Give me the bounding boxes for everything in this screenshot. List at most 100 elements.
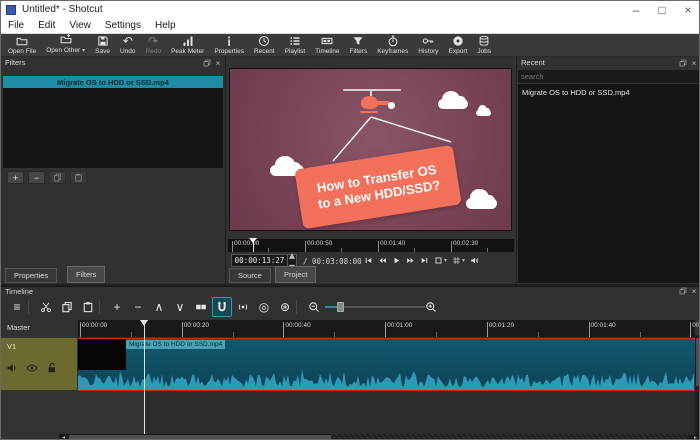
export-button[interactable]: Export [444, 34, 473, 57]
cut-button[interactable] [36, 297, 56, 317]
window-title: Untitled* - Shotcut [22, 4, 103, 15]
fast-forward-button[interactable] [406, 256, 415, 265]
play-button[interactable] [392, 256, 401, 265]
caret-down-icon: ▾ [82, 45, 85, 57]
lift-button[interactable]: ∧ [149, 297, 169, 317]
timeline-panel-title: Timeline [5, 287, 33, 296]
paste-button[interactable] [78, 297, 98, 317]
helicopter-rotor [343, 89, 401, 91]
filter-list[interactable] [3, 88, 223, 168]
v1-track-header[interactable]: V1 [1, 338, 77, 390]
video-preview[interactable]: How to Transfer OS to a New HDD/SSD? [229, 68, 512, 231]
open-file-button[interactable]: Open File [3, 34, 41, 57]
float-icon[interactable] [678, 59, 688, 69]
menu-item-edit[interactable]: Edit [31, 18, 62, 34]
lock-icon[interactable] [46, 361, 59, 374]
jobs-button[interactable]: Jobs [472, 34, 496, 57]
close-icon[interactable]: × [213, 59, 223, 69]
timeline-button[interactable]: Timeline [310, 34, 344, 57]
zoom-slider[interactable] [325, 297, 425, 317]
play-icon [392, 256, 401, 265]
copy-button[interactable] [57, 297, 77, 317]
horizontal-scrollbar[interactable]: ◂ ▸ [59, 434, 700, 440]
maximize-button[interactable]: □ [649, 1, 675, 18]
zoom-slider-handle[interactable] [337, 302, 344, 312]
copy-filters-button[interactable] [49, 171, 66, 184]
scroll-left-icon[interactable]: ◂ [59, 434, 68, 440]
tab-source[interactable]: Source [229, 268, 271, 283]
split-button[interactable] [191, 297, 211, 317]
close-icon[interactable]: × [689, 287, 699, 297]
filters-button[interactable]: Filters [345, 34, 373, 57]
float-icon[interactable] [678, 287, 688, 297]
open-other-button[interactable]: Open Other▾ [41, 34, 90, 57]
snap-button[interactable] [212, 297, 232, 317]
search-input[interactable] [518, 70, 700, 83]
volume-button[interactable] [470, 256, 479, 265]
zoom-fit-button[interactable]: ▾ [434, 255, 447, 267]
timeline-playhead[interactable] [140, 320, 149, 434]
recent-button[interactable]: Recent [249, 34, 280, 57]
scroll-right-icon[interactable]: ▸ [691, 434, 700, 440]
timeline-menu-button[interactable]: ≡ [7, 297, 27, 317]
playlist-button[interactable]: Playlist [280, 34, 311, 57]
float-icon[interactable] [202, 59, 212, 69]
undo-button[interactable]: ↶Undo [115, 34, 141, 57]
peak-meter-button[interactable]: Peak Meter [166, 34, 209, 57]
close-button[interactable]: × [675, 1, 700, 18]
menu-item-help[interactable]: Help [148, 18, 183, 34]
vertical-scrollbar[interactable] [695, 335, 700, 434]
minimize-button[interactable]: – [623, 1, 649, 18]
redo-button[interactable]: ↷Redo [141, 34, 167, 57]
save-button[interactable]: Save [90, 34, 115, 57]
funnel-icon [352, 35, 364, 48]
grid-button[interactable]: ▾ [452, 255, 465, 267]
skip-end-button[interactable] [420, 256, 429, 265]
hide-icon[interactable] [26, 361, 39, 374]
properties-button[interactable]: Properties [209, 34, 249, 57]
ripple-all-tracks-button[interactable]: ⊛ [275, 297, 295, 317]
spinner-arrows[interactable]: ▴▾ [287, 255, 296, 266]
recent-item[interactable]: Migrate OS to HDD or SSD.mp4 [522, 88, 630, 97]
remove-filter-button[interactable]: − [28, 171, 45, 184]
app-icon [6, 5, 16, 15]
zoom-timeline-in-button[interactable] [421, 297, 441, 317]
paste-filters-button[interactable] [70, 171, 87, 184]
history-button[interactable]: History [413, 34, 443, 57]
menu-item-view[interactable]: View [62, 18, 98, 34]
video-clip[interactable]: Migrate OS to HDD or SSD.mp4 [78, 338, 695, 391]
square-icon [434, 256, 443, 265]
main-toolbar: Open FileOpen Other▾Save↶Undo↷RedoPeak M… [1, 34, 700, 57]
overwrite-button[interactable]: ∨ [170, 297, 190, 317]
skip-start-button[interactable] [364, 256, 373, 265]
master-track-label[interactable]: Master [7, 323, 30, 332]
append-button[interactable]: + [107, 297, 127, 317]
recent-panel-title: Recent [521, 58, 545, 67]
meter-icon [182, 35, 194, 48]
menu-item-settings[interactable]: Settings [98, 18, 148, 34]
tab-project[interactable]: Project [275, 266, 316, 283]
menu-item-file[interactable]: File [1, 18, 31, 34]
ripple-button[interactable]: ◎ [254, 297, 274, 317]
keyframes-button[interactable]: Keyframes [372, 34, 413, 57]
close-icon[interactable]: × [689, 59, 699, 69]
tab-properties[interactable]: Properties [5, 268, 57, 283]
add-filter-button[interactable]: + [7, 171, 24, 184]
ff-icon [406, 256, 415, 265]
recent-list[interactable]: Migrate OS to HDD or SSD.mp4 [518, 84, 700, 283]
zoom-timeline-out-button[interactable] [304, 297, 324, 317]
ruler-tick-label: 00:01:40 [380, 240, 405, 247]
timeline-ruler[interactable]: 00:00:0000:00:2000:00:4000:01:0000:01:20… [78, 320, 695, 337]
folder-icon [16, 35, 28, 48]
preview-ruler[interactable]: 00:00:0000:00:5000:01:4000:02:30 [228, 239, 514, 252]
ripple-delete-button[interactable]: − [128, 297, 148, 317]
tab-filters[interactable]: Filters [67, 266, 105, 283]
ruler-tick-label: 00:00:00 [234, 240, 259, 247]
folder-plus-icon [60, 33, 72, 45]
mute-icon[interactable] [6, 361, 19, 374]
caret-down-icon: ▾ [444, 255, 447, 267]
rewind-button[interactable] [378, 256, 387, 265]
v-scroll-handle[interactable] [696, 338, 700, 386]
h-scroll-handle[interactable] [69, 435, 331, 440]
scrub-while-dragging-button[interactable] [233, 297, 253, 317]
